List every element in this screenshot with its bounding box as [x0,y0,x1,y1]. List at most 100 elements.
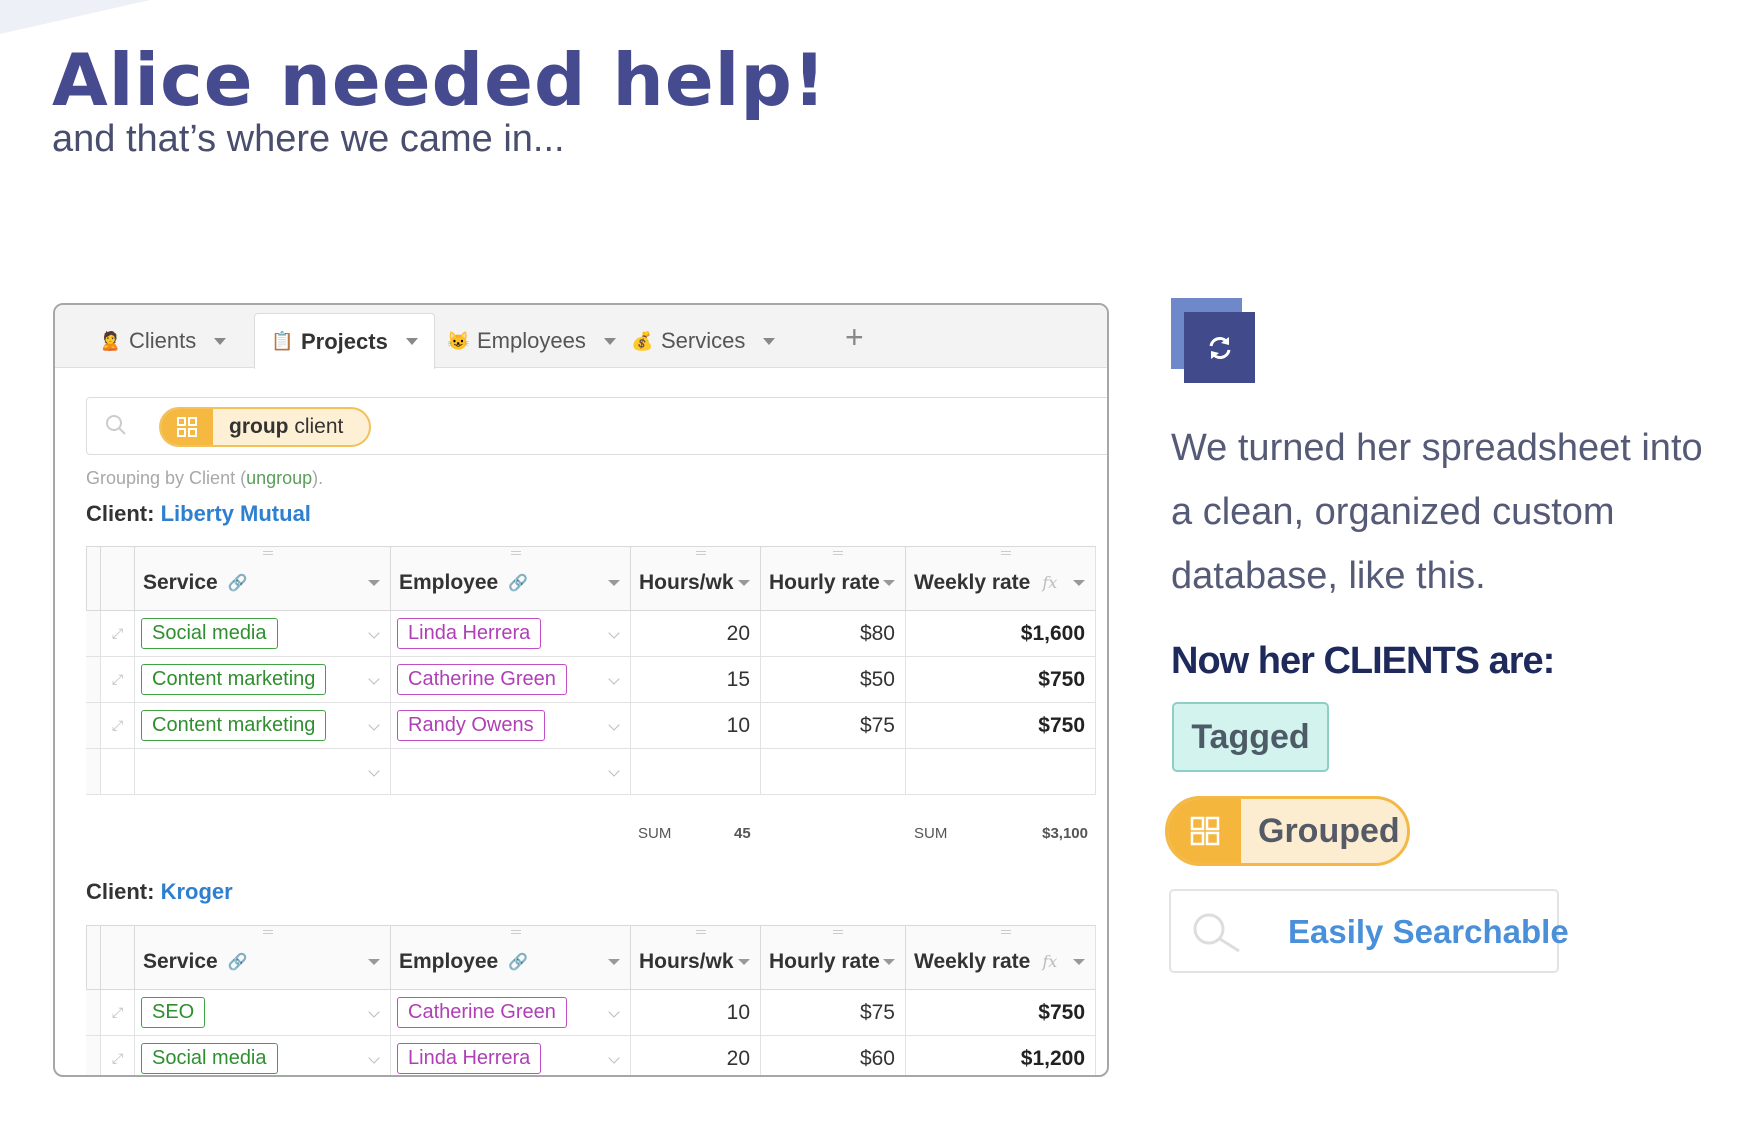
chevron-down-icon[interactable] [368,1052,380,1064]
expand-icon[interactable]: ⤢ [100,657,134,702]
chevron-down-icon[interactable] [608,1006,620,1018]
employee-cell[interactable]: Linda Herrera [390,611,630,656]
tab-bar: 🙎 Clients 📋 Projects 😺 Employees 💰 Servi… [55,305,1107,369]
row-drag-handle[interactable] [86,749,100,794]
hourly-rate-cell[interactable]: $50 [760,657,905,702]
chevron-down-icon[interactable] [368,719,380,731]
database-app-window: 🙎 Clients 📋 Projects 😺 Employees 💰 Servi… [53,303,1109,1077]
drag-handle-icon[interactable] [833,930,843,934]
tab-employees[interactable]: 😺 Employees [431,313,632,369]
drag-handle-icon[interactable] [262,930,273,934]
client-name-link[interactable]: Liberty Mutual [161,501,311,526]
chevron-down-icon[interactable] [608,719,620,731]
tab-services[interactable]: 💰 Services [615,313,791,369]
chevron-down-icon[interactable] [368,580,380,586]
hourly-rate-cell[interactable]: $75 [760,703,905,748]
employee-cell[interactable]: Catherine Green [390,657,630,702]
column-header-service[interactable]: Service 🔗 [134,926,390,989]
service-cell[interactable]: Social media [134,1036,390,1075]
money-bag-icon: 💰 [631,330,654,351]
client-name-link[interactable]: Kroger [161,879,233,904]
employee-cell[interactable] [390,749,630,794]
hours-cell[interactable]: 20 [630,611,760,656]
chevron-down-icon[interactable] [608,765,620,777]
chevron-down-icon[interactable] [368,673,380,685]
employee-cell[interactable]: Catherine Green [390,990,630,1035]
chevron-down-icon[interactable] [608,627,620,639]
chevron-down-icon[interactable] [1073,959,1085,965]
column-header-hourly-rate[interactable]: Hourly rate [760,926,905,989]
hours-cell[interactable] [630,749,760,794]
drag-handle-icon[interactable] [1000,930,1011,934]
tab-projects[interactable]: 📋 Projects [254,313,435,369]
service-cell[interactable]: SEO [134,990,390,1035]
column-header-service[interactable]: Service 🔗 [134,547,390,610]
drag-handle-icon[interactable] [833,551,843,555]
table-row[interactable]: ⤢ SEO Catherine Green 10 $75 $750 [86,990,1096,1036]
chevron-down-icon[interactable] [608,580,620,586]
table-row[interactable]: ⤢ Social media Linda Herrera 20 $60 $1,2… [86,1036,1096,1075]
hourly-rate-cell[interactable] [760,749,905,794]
hours-cell[interactable]: 15 [630,657,760,702]
add-tab-button[interactable]: + [845,319,864,356]
service-cell[interactable]: Social media [134,611,390,656]
chevron-down-icon[interactable] [368,1006,380,1018]
row-drag-handle[interactable] [86,990,100,1035]
ungroup-link[interactable]: ungroup [246,468,312,488]
expand-icon[interactable]: ⤢ [100,990,134,1035]
row-drag-handle[interactable] [86,703,100,748]
chevron-down-icon[interactable] [405,338,418,345]
new-record-row[interactable] [86,749,1096,795]
chevron-down-icon[interactable] [608,673,620,685]
drag-handle-icon[interactable] [262,551,273,555]
table-row[interactable]: ⤢ Content marketing Catherine Green 15 $… [86,657,1096,703]
search-bar[interactable]: group client [86,397,1107,455]
table-row[interactable]: ⤢ Social media Linda Herrera 20 $80 $1,6… [86,611,1096,657]
drag-handle-icon[interactable] [1000,551,1011,555]
expand-icon[interactable]: ⤢ [100,703,134,748]
hourly-rate-cell[interactable]: $80 [760,611,905,656]
group-filter-chip[interactable]: group client [159,407,371,447]
tab-label: Services [661,328,746,353]
chevron-down-icon[interactable] [608,959,620,965]
column-header-weekly-rate[interactable]: Weekly rate fx [905,547,1096,610]
tab-clients[interactable]: 🙎 Clients [83,313,242,369]
column-header-hours[interactable]: Hours/wk [630,547,760,610]
chevron-down-icon[interactable] [883,959,895,965]
row-drag-handle[interactable] [86,657,100,702]
hourly-rate-cell[interactable]: $75 [760,990,905,1035]
expand-icon[interactable]: ⤢ [100,611,134,656]
chevron-down-icon[interactable] [608,1052,620,1064]
drag-handle-icon[interactable] [510,930,521,934]
row-drag-handle[interactable] [86,1036,100,1075]
chevron-down-icon[interactable] [738,580,750,586]
column-header-employee[interactable]: Employee 🔗 [390,926,630,989]
service-cell[interactable]: Content marketing [134,703,390,748]
service-cell[interactable] [134,749,390,794]
column-header-weekly-rate[interactable]: Weekly rate fx [905,926,1096,989]
chevron-down-icon[interactable] [763,337,776,345]
drag-handle-icon[interactable] [510,551,521,555]
column-header-employee[interactable]: Employee 🔗 [390,547,630,610]
chevron-down-icon[interactable] [368,627,380,639]
column-header-hourly-rate[interactable]: Hourly rate [760,547,905,610]
service-cell[interactable]: Content marketing [134,657,390,702]
hours-cell[interactable]: 10 [630,703,760,748]
chevron-down-icon[interactable] [214,337,227,345]
employee-cell[interactable]: Linda Herrera [390,1036,630,1075]
chevron-down-icon[interactable] [738,959,750,965]
expand-icon[interactable]: ⤢ [100,1036,134,1075]
employee-cell[interactable]: Randy Owens [390,703,630,748]
chevron-down-icon[interactable] [368,959,380,965]
chevron-down-icon[interactable] [1073,580,1085,586]
column-header-hours[interactable]: Hours/wk [630,926,760,989]
hourly-rate-cell[interactable]: $60 [760,1036,905,1075]
chevron-down-icon[interactable] [883,580,895,586]
row-drag-handle[interactable] [86,611,100,656]
hours-cell[interactable]: 10 [630,990,760,1035]
drag-handle-icon[interactable] [695,551,706,555]
hours-cell[interactable]: 20 [630,1036,760,1075]
drag-handle-icon[interactable] [695,930,706,934]
table-row[interactable]: ⤢ Content marketing Randy Owens 10 $75 $… [86,703,1096,749]
chevron-down-icon[interactable] [368,765,380,777]
